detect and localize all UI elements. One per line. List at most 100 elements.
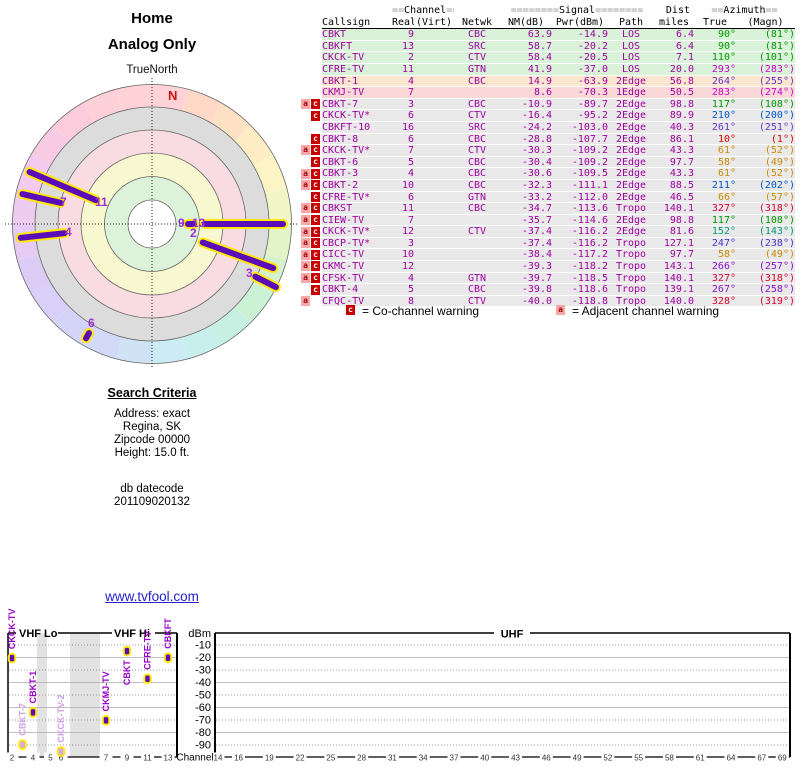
cell-path: Tropo <box>608 284 654 296</box>
cell-path: 2Edge <box>608 168 654 180</box>
cell-pwr: -37.0 <box>552 64 608 76</box>
cell-magn: (143°) <box>736 226 795 238</box>
table-row: CKCK-TV*7CTV-30.3-109.22Edge43.361°(52°) <box>322 145 795 157</box>
cell-real: 11 <box>392 203 414 215</box>
adjacent-channel-warning-badge: a <box>301 99 310 109</box>
cell-magn: (318°) <box>736 273 795 285</box>
cell-netwk: CTV <box>454 226 500 238</box>
cell-true: 283° <box>694 87 736 99</box>
cell-virt <box>414 168 454 180</box>
co-channel-warning-badge: c <box>311 111 320 121</box>
cell-magn: (1°) <box>736 134 795 146</box>
spectrum-callsign-label: CBKT-7 <box>18 703 28 736</box>
cell-virt <box>414 41 454 53</box>
table-row: CKCK-TV2CTV58.4-20.5LOS7.1110°(101°) <box>322 52 795 64</box>
cell-magn: (318°) <box>736 203 795 215</box>
radar-bar-channel-label: 9 <box>178 216 185 230</box>
cell-miles: 139.1 <box>654 284 694 296</box>
table-row: CBKT-86CBC-28.8-107.72Edge86.110°(1°) <box>322 134 795 146</box>
cell-callsign: CFSK-TV <box>322 273 392 285</box>
channel-tick-label: 31 <box>388 754 397 763</box>
table-row: CKMJ-TV78.6-70.31Edge50.5283°(274°) <box>322 87 795 99</box>
cell-pwr: -118.6 <box>552 284 608 296</box>
spectrum-callsign-label: CKMJ-TV <box>101 671 111 711</box>
cell-real: 3 <box>392 99 414 111</box>
cell-pwr: -20.2 <box>552 41 608 53</box>
cell-nm: -34.7 <box>500 203 552 215</box>
channel-axis-label: Channel <box>176 753 213 764</box>
cell-pwr: -109.2 <box>552 145 608 157</box>
table-row: CKCK-TV*6CTV-16.4-95.22Edge89.9210°(200°… <box>322 110 795 122</box>
cell-pwr: -95.2 <box>552 110 608 122</box>
cell-virt <box>414 134 454 146</box>
channel-tick-label: 13 <box>164 754 173 763</box>
cell-netwk: GTN <box>454 273 500 285</box>
search-criteria-block: Search Criteria Address: exactRegina, SK… <box>0 386 304 460</box>
channel-tick-label: 25 <box>326 754 335 763</box>
criteria-line: Address: exact <box>0 408 304 421</box>
cell-nm: -39.3 <box>500 261 552 273</box>
adjacent-channel-warning-badge: a <box>301 238 310 248</box>
cell-callsign: CFRE-TV* <box>322 192 392 204</box>
cell-pwr: -109.2 <box>552 157 608 169</box>
search-criteria-heading: Search Criteria <box>0 386 304 400</box>
cell-path: 2Edge <box>608 226 654 238</box>
cell-callsign: CKCK-TV* <box>322 145 392 157</box>
channel-tick-label: 67 <box>757 754 766 763</box>
spectrum-callsign-label: CKCK-TV <box>7 609 17 650</box>
cell-virt <box>414 76 454 88</box>
cell-virt <box>414 180 454 192</box>
cell-nm: -10.9 <box>500 99 552 111</box>
cell-real: 7 <box>392 215 414 227</box>
cell-true: 152° <box>694 226 736 238</box>
co-channel-warning-badge: c <box>311 157 320 167</box>
cell-netwk: CBC <box>454 29 500 41</box>
table-row: CFRE-TV11GTN41.9-37.0LOS20.0293°(283°) <box>322 64 795 76</box>
azimuth-group-header: ==Azimuth== <box>694 5 795 17</box>
cell-true: 210° <box>694 110 736 122</box>
cell-path: 1Edge <box>608 87 654 99</box>
adjacent-channel-warning-badge: a <box>301 145 310 155</box>
channel-tick-label: 37 <box>450 754 459 763</box>
cell-miles: 6.4 <box>654 41 694 53</box>
cell-callsign: CKCK-TV <box>322 52 392 64</box>
cell-virt <box>414 249 454 261</box>
cell-path: Tropo <box>608 273 654 285</box>
cell-true: 327° <box>694 273 736 285</box>
cell-callsign: CBKFT <box>322 41 392 53</box>
cell-netwk: CTV <box>454 52 500 64</box>
cell-pwr: -103.0 <box>552 122 608 134</box>
cell-pwr: -89.7 <box>552 99 608 111</box>
cell-nm: -28.8 <box>500 134 552 146</box>
cell-callsign: CKCK-TV* <box>322 226 392 238</box>
cell-callsign: CBKT-8 <box>322 134 392 146</box>
cell-nm: 41.9 <box>500 64 552 76</box>
cell-real: 2 <box>392 52 414 64</box>
channel-tick-label: 28 <box>357 754 366 763</box>
cell-nm: -30.3 <box>500 145 552 157</box>
search-criteria-lines: Address: exactRegina, SKZipcode 00000Hei… <box>0 408 304 460</box>
criteria-line: db datecode <box>0 483 304 496</box>
y-tick-label: -60 <box>195 702 211 714</box>
cell-netwk: GTN <box>454 64 500 76</box>
co-channel-warning-badge: c <box>311 192 320 202</box>
col-path: Path <box>608 17 654 29</box>
spectrum-marker <box>165 654 171 662</box>
cell-miles: 127.1 <box>654 238 694 250</box>
cell-path: 2Edge <box>608 157 654 169</box>
cell-nm: -30.6 <box>500 168 552 180</box>
cell-miles: 89.9 <box>654 110 694 122</box>
cell-netwk: CBC <box>454 284 500 296</box>
cell-nm: -35.7 <box>500 215 552 227</box>
cell-magn: (108°) <box>736 99 795 111</box>
col-callsign: Callsign <box>322 17 392 29</box>
cell-magn: (202°) <box>736 180 795 192</box>
cell-callsign: CBKT <box>322 29 392 41</box>
cell-callsign: CBKT-6 <box>322 157 392 169</box>
uhf-band-label: UHF <box>501 629 524 641</box>
table-row: CIEW-TV7-35.7-114.62Edge98.8117°(108°) <box>322 215 795 227</box>
cell-real: 7 <box>392 145 414 157</box>
cell-real: 4 <box>392 168 414 180</box>
radar-bar <box>86 333 89 338</box>
col-virt: (Virt) <box>414 17 454 29</box>
